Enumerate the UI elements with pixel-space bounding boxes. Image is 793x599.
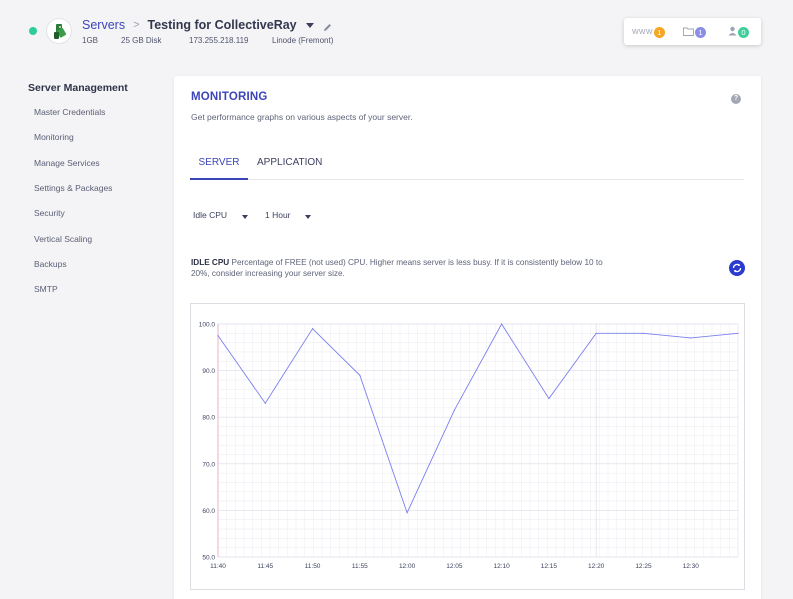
idle-cpu-data-point — [453, 409, 455, 411]
breadcrumb-servers-link[interactable]: Servers — [82, 18, 125, 32]
idle-cpu-data-point — [406, 512, 408, 514]
sidebar-item-settings-packages[interactable]: Settings & Packages — [34, 183, 112, 193]
chart-x-tick-label: 12:05 — [446, 563, 463, 570]
chart-y-tick-label: 100.0 — [199, 322, 216, 329]
idle-cpu-data-point — [690, 337, 692, 339]
users-count: 0 — [738, 26, 749, 38]
apps-count: 1 — [695, 26, 706, 38]
chart-y-tick-label: 80.0 — [202, 415, 215, 422]
chart-x-tick-label: 12:15 — [541, 563, 558, 570]
chart-y-tick-label: 60.0 — [202, 508, 215, 515]
metric-select[interactable]: Idle CPU — [193, 210, 248, 220]
breadcrumb: Servers > Testing for CollectiveRay — [82, 17, 332, 33]
metric-select-value: Idle CPU — [193, 210, 228, 220]
metric-description: IDLE CPU Percentage of FREE (not used) C… — [191, 257, 611, 279]
chart-x-tick-label: 12:00 — [399, 563, 416, 570]
monitoring-tabs: SERVER APPLICATION — [190, 154, 744, 180]
idle-cpu-data-point — [642, 332, 645, 334]
chart-x-tick-label: 11:45 — [257, 563, 273, 570]
help-icon[interactable]: ? — [731, 94, 741, 104]
sidebar-item-security[interactable]: Security — [34, 208, 65, 218]
idle-cpu-data-point — [595, 332, 597, 334]
metric-description-title: IDLE CPU — [191, 258, 230, 267]
chart-y-tick-label: 50.0 — [202, 555, 215, 562]
sidebar-item-vertical-scaling[interactable]: Vertical Scaling — [34, 234, 92, 244]
tab-server[interactable]: SERVER — [190, 157, 248, 180]
folder-icon — [683, 23, 694, 41]
edit-pencil-icon[interactable] — [323, 21, 332, 31]
idle-cpu-chart-svg: 100.0 90.0 80.0 70.0 60.0 50.011:40 11:45 11:50… — [199, 322, 739, 570]
apps-badge[interactable]: 1 — [683, 26, 706, 38]
range-select[interactable]: 1 Hour — [265, 210, 313, 220]
idle-cpu-data-point — [217, 335, 219, 337]
server-header: Servers > Testing for CollectiveRay 1GB … — [0, 0, 793, 62]
sidebar-item-smtp[interactable]: SMTP — [34, 284, 58, 294]
server-ip: 173.255.218.119 — [189, 36, 249, 45]
server-provider: Linode (Fremont) — [272, 36, 334, 45]
idle-cpu-data-point — [737, 332, 739, 334]
idle-cpu-data-point — [501, 323, 503, 325]
chart-x-tick-label: 12:30 — [683, 563, 700, 570]
idle-cpu-data-point — [548, 397, 550, 400]
user-icon — [728, 23, 737, 41]
server-status-dot — [29, 27, 37, 35]
range-select-chevron-down-icon — [305, 215, 311, 219]
monitoring-card: MONITORING ? Get performance graphs on v… — [174, 76, 761, 599]
metric-select-chevron-down-icon — [242, 215, 248, 219]
www-label: WWW — [632, 28, 653, 36]
idle-cpu-data-point — [264, 402, 266, 404]
www-count: 1 — [653, 26, 665, 38]
sidebar-item-master-credentials[interactable]: Master Credentials — [34, 107, 105, 117]
sidebar-item-manage-services[interactable]: Manage Services — [34, 158, 100, 168]
range-select-value: 1 Hour — [265, 210, 291, 220]
sidebar-item-backups[interactable]: Backups — [34, 259, 67, 269]
server-ram: 1GB — [82, 36, 99, 45]
idle-cpu-data-point — [311, 328, 314, 330]
www-badge[interactable]: WWW 1 — [632, 26, 665, 38]
header-badges: WWW 1 1 0 — [624, 18, 761, 45]
chart-y-tick-label: 90.0 — [202, 368, 215, 375]
chart-x-tick-label: 11:55 — [352, 563, 368, 570]
chart-x-tick-label: 12:20 — [588, 563, 605, 570]
server-logo-icon — [46, 18, 72, 44]
refresh-icon — [732, 263, 742, 273]
sidebar-title: Server Management — [28, 82, 128, 94]
idle-cpu-chart: 100.0 90.0 80.0 70.0 60.0 50.0 11:40 11:45 11:50… — [190, 303, 745, 590]
server-name: Testing for CollectiveRay — [147, 18, 297, 32]
server-disk: 25 GB Disk — [121, 36, 162, 45]
server-switcher-chevron-down-icon[interactable] — [305, 22, 314, 28]
chart-x-tick-label: 12:10 — [493, 563, 510, 570]
breadcrumb-separator: > — [133, 19, 140, 31]
users-badge[interactable]: 0 — [728, 26, 749, 38]
chart-y-tick-label: 70.0 — [202, 461, 215, 468]
metric-description-text: Percentage of FREE (not used) CPU. Highe… — [191, 258, 603, 278]
chart-x-tick-label: 11:50 — [305, 563, 321, 570]
sidebar-item-monitoring[interactable]: Monitoring — [34, 132, 74, 142]
refresh-button[interactable] — [729, 260, 745, 276]
chart-x-tick-label: 12:25 — [635, 563, 652, 570]
page-subtitle: Get performance graphs on various aspect… — [191, 112, 413, 122]
idle-cpu-data-point — [359, 374, 361, 376]
chart-x-tick-label: 11:40 — [210, 563, 226, 570]
tab-application[interactable]: APPLICATION — [257, 157, 322, 168]
page-title: MONITORING — [191, 91, 268, 103]
